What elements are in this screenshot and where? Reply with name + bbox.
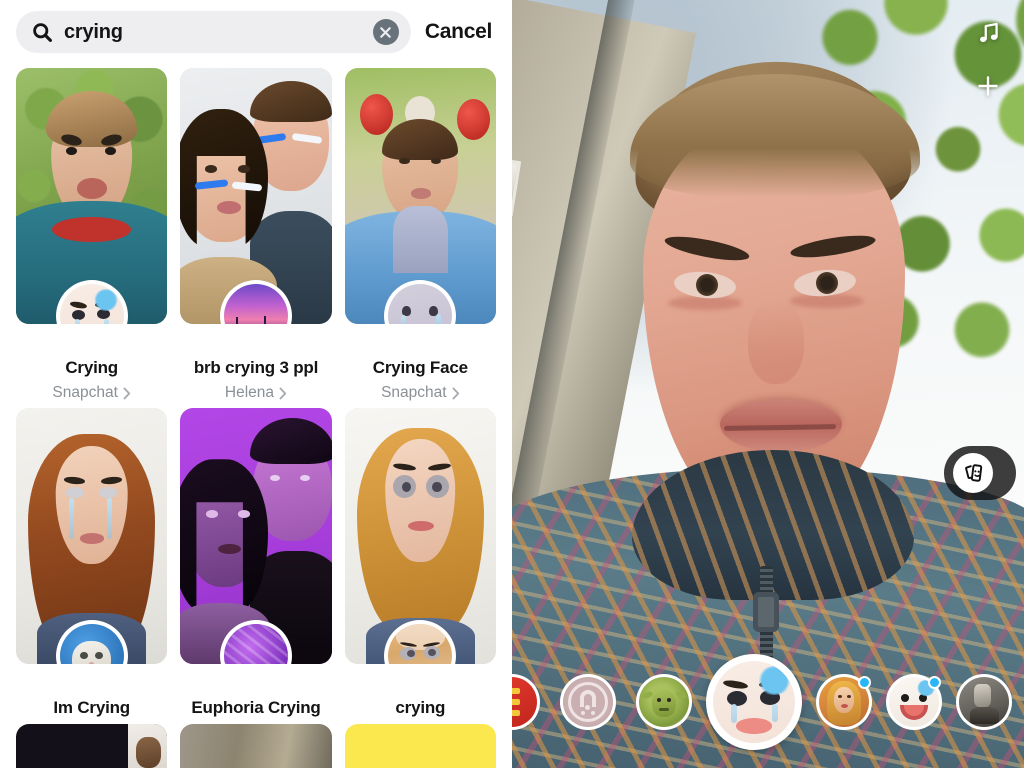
lens-meta: brb crying 3 ppl Helena bbox=[180, 324, 331, 402]
lens-result-card[interactable]: Crying Snapchat bbox=[16, 68, 168, 408]
lens-preview-thumbnail[interactable] bbox=[344, 68, 496, 324]
purple-swirl-lens-icon bbox=[223, 624, 288, 664]
thumbnail-detail bbox=[76, 178, 107, 199]
lens-icon-badge[interactable] bbox=[384, 620, 457, 664]
music-note-icon[interactable] bbox=[976, 20, 1002, 46]
lens-author-row[interactable]: Snapchat bbox=[345, 384, 496, 402]
lens-author: Snapchat bbox=[381, 384, 447, 401]
lens-title: brb crying 3 ppl bbox=[193, 358, 319, 377]
crying-cat-lens-icon bbox=[59, 624, 124, 664]
lens-preview-thumbnail[interactable] bbox=[180, 408, 332, 664]
lens-result-card[interactable]: Euphoria Crying Amir bbox=[180, 408, 332, 748]
thumbnail-collar bbox=[52, 216, 131, 243]
cancel-button[interactable]: Cancel bbox=[411, 20, 500, 44]
lens-result-card-partial[interactable] bbox=[16, 724, 168, 768]
thumbnail-subject bbox=[385, 438, 456, 562]
carousel-lens-red[interactable] bbox=[512, 674, 540, 730]
lens-result-card-partial[interactable] bbox=[180, 724, 332, 768]
carousel-lens-mystery[interactable] bbox=[560, 674, 616, 730]
subject-undereye-right bbox=[790, 294, 864, 308]
lens-author: Snapchat bbox=[52, 384, 118, 401]
lens-title: Im Crying bbox=[53, 698, 130, 717]
carousel-lens-edge[interactable] bbox=[956, 674, 1012, 730]
search-header: crying Cancel bbox=[0, 0, 512, 64]
new-lens-dot bbox=[858, 676, 871, 689]
search-icon bbox=[33, 22, 52, 42]
flip-camera-circle[interactable] bbox=[953, 453, 993, 493]
subject-iris-left bbox=[696, 274, 718, 296]
lens-icon-badge[interactable] bbox=[384, 280, 457, 324]
plus-icon[interactable] bbox=[976, 74, 1000, 98]
lens-icon-badge[interactable] bbox=[219, 280, 292, 324]
lens-author-row[interactable]: Helena bbox=[180, 384, 331, 402]
lens-results-grid[interactable]: Crying Snapchat brb crying 3 ppl Helena … bbox=[0, 64, 512, 768]
flip-camera-button[interactable] bbox=[944, 446, 1016, 500]
subject-hair-front bbox=[630, 74, 920, 198]
lens-author-row[interactable]: Snapchat bbox=[16, 384, 167, 402]
carousel-lens-smiley[interactable] bbox=[886, 674, 942, 730]
flip-camera-cards-icon bbox=[965, 464, 983, 482]
carousel-lens-portrait[interactable] bbox=[816, 674, 872, 730]
thumbnail-subject bbox=[55, 446, 128, 565]
search-input[interactable]: crying bbox=[16, 11, 411, 53]
lens-result-card[interactable]: crying Jonathan Helt bbox=[344, 408, 496, 748]
snapchat-lens-search-screen: crying Cancel Crying Snapchat brb crying… bbox=[0, 0, 1024, 768]
subject-iris-right bbox=[816, 272, 838, 294]
lens-icon-badge[interactable] bbox=[55, 280, 128, 324]
close-icon bbox=[380, 26, 392, 38]
lens-icon-badge[interactable] bbox=[55, 620, 128, 664]
lens-title: Crying Face bbox=[372, 358, 468, 377]
lens-author: Helena bbox=[224, 384, 275, 401]
lens-preview-thumbnail[interactable] bbox=[344, 408, 496, 664]
lens-result-card[interactable]: Crying Face Snapchat bbox=[344, 68, 496, 408]
carousel-lens-shrek[interactable] bbox=[636, 674, 692, 730]
sad-eyes-lens-icon bbox=[388, 624, 453, 664]
lens-meta: Crying Face Snapchat bbox=[345, 324, 496, 402]
lens-icon-badge[interactable] bbox=[219, 620, 292, 664]
lens-carousel[interactable] bbox=[512, 650, 1024, 754]
crying-emoji-lens-icon bbox=[59, 284, 124, 324]
lens-result-card[interactable]: Im Crying Phil Walton bbox=[16, 408, 168, 748]
lens-meta: Crying Snapchat bbox=[16, 324, 167, 402]
lens-search-panel: crying Cancel Crying Snapchat brb crying… bbox=[0, 0, 512, 768]
search-query-text: crying bbox=[64, 21, 123, 43]
lens-title: Euphoria Crying bbox=[191, 698, 321, 717]
chevron-right-icon bbox=[279, 387, 287, 399]
lens-result-card[interactable]: brb crying 3 ppl Helena bbox=[180, 68, 332, 408]
lens-preview-thumbnail[interactable] bbox=[16, 408, 168, 664]
crying-face-emoji-lens-icon bbox=[388, 284, 453, 324]
thumbnail-detail bbox=[65, 147, 77, 156]
lens-preview-thumbnail[interactable] bbox=[180, 68, 332, 324]
chevron-right-icon bbox=[123, 387, 131, 399]
new-lens-dot bbox=[928, 676, 941, 689]
chevron-right-icon bbox=[452, 387, 459, 399]
lens-title: Crying bbox=[65, 358, 118, 377]
camera-preview-panel[interactable] bbox=[512, 0, 1024, 768]
lens-results-next-row[interactable] bbox=[0, 724, 512, 768]
thumbnail-detail bbox=[105, 147, 116, 156]
carousel-lens-crying-selected[interactable] bbox=[706, 654, 802, 750]
lens-preview-thumbnail[interactable] bbox=[16, 68, 168, 324]
lens-result-card-partial[interactable] bbox=[344, 724, 496, 768]
clear-search-button[interactable] bbox=[372, 19, 399, 45]
lens-title: crying bbox=[395, 698, 446, 717]
subject-nose bbox=[748, 300, 804, 384]
subject-zipper-pull bbox=[753, 592, 779, 632]
sunset-lens-icon bbox=[223, 284, 288, 324]
